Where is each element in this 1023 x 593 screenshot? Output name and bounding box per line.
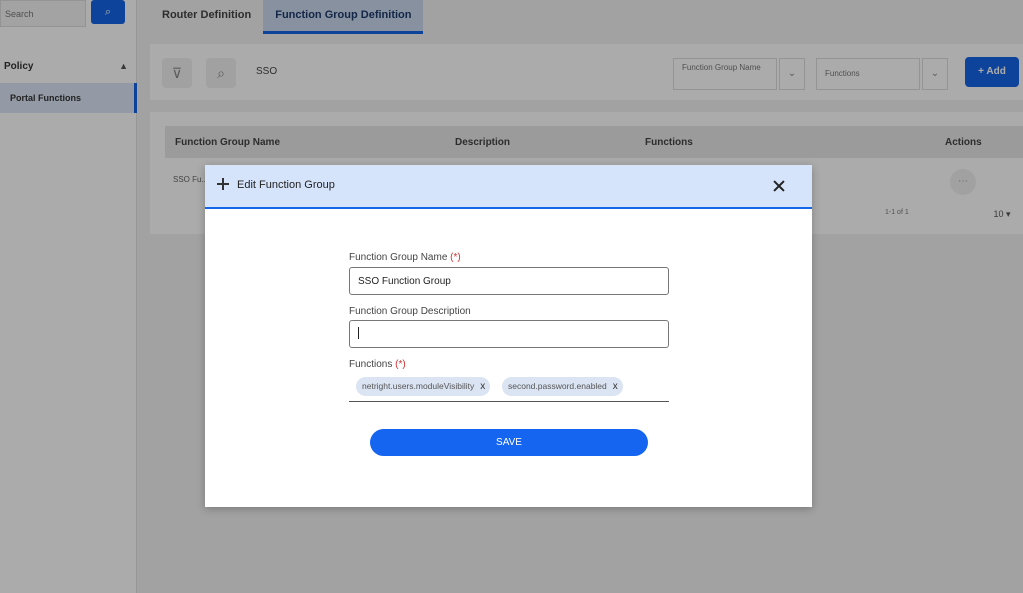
function-group-name-field[interactable] <box>349 267 669 295</box>
required-marker: (*) <box>450 252 461 263</box>
dialog-title: Edit Function Group <box>237 179 335 191</box>
function-group-description-label: Function Group Description <box>349 306 471 317</box>
functions-label: Functions (*) <box>349 359 406 370</box>
function-chip[interactable]: netright.users.moduleVisibility x <box>356 377 491 396</box>
required-marker: (*) <box>395 359 406 370</box>
remove-chip-icon[interactable]: x <box>613 377 618 396</box>
text-cursor <box>358 327 359 339</box>
function-group-description-field[interactable] <box>349 320 669 348</box>
function-group-name-label: Function Group Name (*) <box>349 252 461 263</box>
remove-chip-icon[interactable]: x <box>480 377 485 396</box>
chip-label: netright.users.moduleVisibility <box>362 381 475 391</box>
functions-multiselect[interactable]: netright.users.moduleVisibility x second… <box>349 376 669 402</box>
close-icon[interactable] <box>771 178 787 194</box>
label-text: Function Group Name <box>349 252 448 263</box>
dialog-header: Edit Function Group <box>205 165 812 209</box>
plus-icon <box>216 177 230 191</box>
chip-label: second.password.enabled <box>508 381 607 391</box>
save-button[interactable]: SAVE <box>370 429 648 456</box>
edit-function-group-dialog: Edit Function Group Function Group Name … <box>205 165 812 507</box>
label-text: Functions <box>349 359 393 370</box>
function-chip[interactable]: second.password.enabled x <box>502 377 623 396</box>
